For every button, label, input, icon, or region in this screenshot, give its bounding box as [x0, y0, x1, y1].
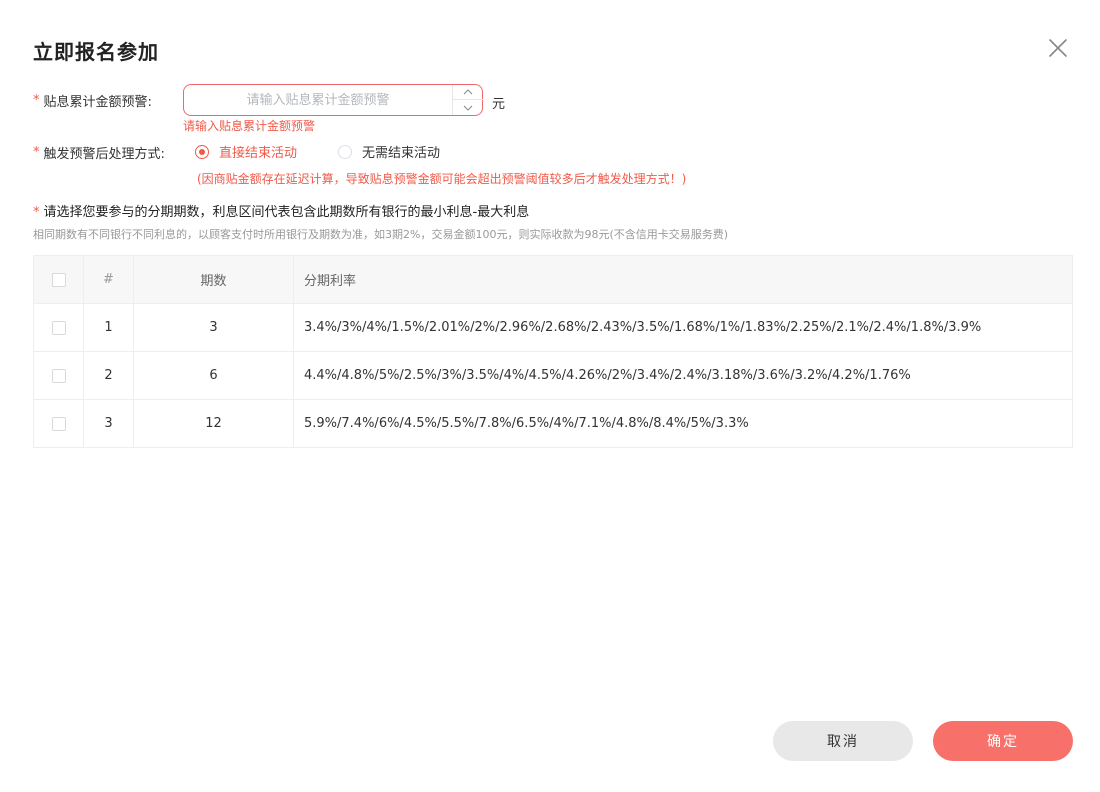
row-checkbox[interactable]: [51, 368, 66, 383]
table-row[interactable]: 1 3 3.4%/3%/4%/1.5%/2.01%/2%/2.96%/2.68%…: [34, 304, 1072, 352]
stepper-decrease-button[interactable]: [453, 100, 483, 115]
row-checkbox-cell: [34, 352, 84, 399]
confirm-button[interactable]: 确定: [933, 721, 1073, 761]
signup-dialog: 立即报名参加 * 贴息累计金额预警: 元 请输入贴息累计金额预警 *: [0, 0, 1100, 792]
row-index: 3: [84, 400, 134, 447]
row-index: 2: [84, 352, 134, 399]
radio-dot: [195, 144, 209, 159]
required-mark: *: [33, 93, 40, 108]
radio-no-end-activity[interactable]: 无需结束活动: [338, 142, 440, 161]
currency-unit: 元: [492, 97, 506, 112]
trigger-note: (因商贴金额存在延迟计算，导致贴息预警金额可能会超出预警阈值较多后才触发处理方式…: [197, 172, 687, 186]
warn-amount-label: 贴息累计金额预警:: [43, 95, 152, 110]
required-mark: *: [33, 145, 40, 160]
row-periods: 3: [134, 304, 294, 351]
installments-title: * 请选择您要参与的分期期数，利息区间代表包含此期数所有银行的最小利息-最大利息: [33, 201, 529, 220]
row-checkbox[interactable]: [51, 320, 66, 335]
warn-amount-label-row: * 贴息累计金额预警:: [33, 91, 152, 110]
stepper-controls: [452, 85, 483, 115]
row-periods: 6: [134, 352, 294, 399]
required-mark: *: [33, 205, 40, 220]
header-checkbox-cell: [34, 256, 84, 303]
radio-label: 无需结束活动: [362, 146, 441, 161]
select-all-checkbox[interactable]: [51, 272, 66, 287]
row-periods: 12: [134, 400, 294, 447]
row-rates: 4.4%/4.8%/5%/2.5%/3%/3.5%/4%/4.5%/4.26%/…: [304, 368, 911, 383]
row-rates: 5.9%/7.4%/6%/4.5%/5.5%/7.8%/6.5%/4%/7.1%…: [304, 416, 749, 431]
row-checkbox[interactable]: [51, 416, 66, 431]
row-checkbox-cell: [34, 400, 84, 447]
close-icon: [1049, 39, 1067, 57]
table-header: # 期数 分期利率: [34, 256, 1072, 304]
cancel-button[interactable]: 取消: [773, 721, 913, 761]
close-button[interactable]: [1046, 36, 1070, 60]
chevron-down-icon: [463, 105, 473, 111]
header-index: #: [84, 256, 134, 303]
row-rates: 3.4%/3%/4%/1.5%/2.01%/2%/2.96%/2.68%/2.4…: [304, 320, 982, 335]
table-row[interactable]: 2 6 4.4%/4.8%/5%/2.5%/3%/3.5%/4%/4.5%/4.…: [34, 352, 1072, 400]
installments-table: # 期数 分期利率 1 3 3.4%/3%/4%/1.5%/2.01%/2%/2…: [33, 255, 1073, 448]
chevron-up-icon: [463, 89, 473, 95]
installments-hint: 相同期数有不同银行不同利息的，以顾客支付时所用银行及期数为准，如3期2%，交易金…: [33, 228, 729, 241]
warn-amount-error: 请输入贴息累计金额预警: [183, 119, 316, 133]
radio-dot: [338, 144, 352, 159]
radio-end-activity[interactable]: 直接结束活动: [195, 142, 297, 161]
warn-amount-input[interactable]: [184, 85, 452, 115]
trigger-label: 触发预警后处理方式:: [43, 147, 165, 162]
table-row[interactable]: 3 12 5.9%/7.4%/6%/4.5%/5.5%/7.8%/6.5%/4%…: [34, 400, 1072, 448]
warn-amount-stepper: [183, 84, 483, 116]
dialog-title: 立即报名参加: [33, 40, 159, 64]
header-rates: 分期利率: [304, 274, 357, 289]
radio-label: 直接结束活动: [219, 146, 298, 161]
row-checkbox-cell: [34, 304, 84, 351]
trigger-label-row: * 触发预警后处理方式:: [33, 143, 165, 162]
stepper-increase-button[interactable]: [453, 85, 483, 100]
installments-title-text: 请选择您要参与的分期期数，利息区间代表包含此期数所有银行的最小利息-最大利息: [43, 205, 530, 220]
row-index: 1: [84, 304, 134, 351]
header-periods: 期数: [134, 256, 294, 303]
